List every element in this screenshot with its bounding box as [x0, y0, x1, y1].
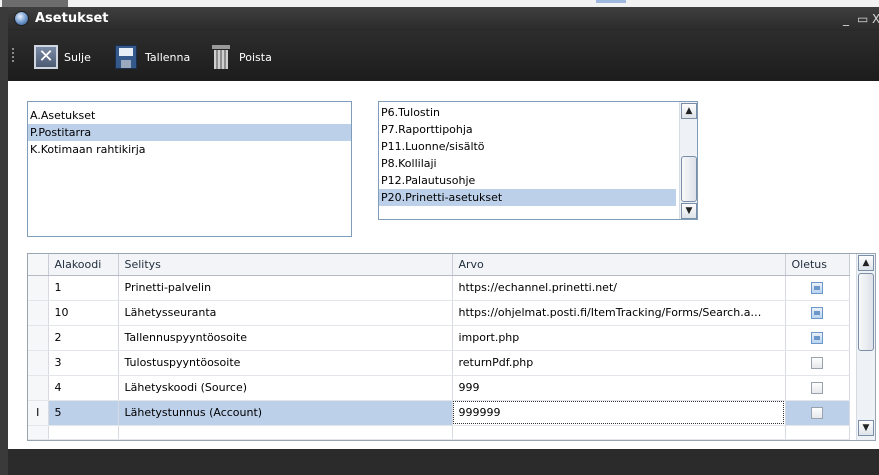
cell-value[interactable]: import.php: [452, 325, 786, 351]
row-header[interactable]: [28, 375, 49, 401]
delete-label: Poista: [239, 50, 272, 64]
default-checkbox[interactable]: [811, 357, 823, 369]
current-row-marker[interactable]: I: [28, 400, 49, 426]
column-header-selitys[interactable]: Selitys: [118, 254, 453, 276]
settings-window: Asetukset _ ▭ X ✕ Sulje Tallenna Poista …: [8, 7, 879, 475]
cell-code[interactable]: 10: [48, 300, 119, 326]
cell-value[interactable]: 999: [452, 375, 786, 401]
grid-header-row: Alakoodi Selitys Arvo Oletus: [28, 254, 850, 276]
category-item-asetukset[interactable]: A.Asetukset: [28, 107, 351, 124]
cell-default[interactable]: [785, 400, 850, 426]
cell-description[interactable]: Lähetyskoodi (Source): [118, 375, 453, 401]
save-button[interactable]: Tallenna: [115, 44, 190, 70]
minimize-icon[interactable]: _: [843, 12, 849, 26]
subcategory-item-kollilaji[interactable]: P8.Kollilaji: [379, 155, 677, 172]
column-header-alakoodi[interactable]: Alakoodi: [48, 254, 119, 276]
toolbar: ✕ Sulje Tallenna Poista: [8, 31, 879, 81]
cell-description[interactable]: Lähetysseuranta: [118, 300, 453, 326]
close-window-icon[interactable]: X: [872, 12, 879, 26]
default-checkbox[interactable]: [811, 382, 823, 394]
delete-button[interactable]: Poista: [211, 44, 272, 70]
settings-grid: Alakoodi Selitys Arvo Oletus 1 Prinetti-…: [27, 253, 876, 441]
cell-description[interactable]: Tulostuspyyntöosoite: [118, 350, 453, 376]
row-header-corner: [28, 254, 49, 276]
subcategory-item-raporttipohja[interactable]: P7.Raporttipohja: [379, 121, 677, 138]
bottom-bar: [8, 449, 879, 475]
close-label: Sulje: [64, 50, 91, 64]
top-tab-fragment: [2, 0, 68, 7]
app-icon: [14, 11, 29, 26]
cell-value[interactable]: https://ohjelmat.posti.fi/ItemTracking/F…: [452, 300, 786, 326]
cell-default[interactable]: [785, 350, 850, 376]
scroll-up-icon[interactable]: ▲: [858, 255, 874, 271]
cell-default[interactable]: [785, 300, 850, 326]
title-bar: Asetukset _ ▭ X: [8, 7, 879, 31]
subcategory-scrollbar[interactable]: ▲ ▼: [679, 102, 697, 219]
category-list[interactable]: A.Asetukset P.Postitarra K.Kotimaan raht…: [27, 101, 352, 237]
row-header[interactable]: [28, 300, 49, 326]
scroll-thumb[interactable]: [681, 156, 697, 202]
column-header-oletus[interactable]: Oletus: [785, 254, 850, 276]
cell-default[interactable]: [785, 275, 850, 301]
save-label: Tallenna: [145, 50, 191, 64]
cell-description[interactable]: Prinetti-palvelin: [118, 275, 453, 301]
table-row[interactable]: 10 Lähetysseuranta https://ohjelmat.post…: [28, 300, 850, 326]
table-row[interactable]: 2 Tallennuspyyntöosoite import.php: [28, 325, 850, 351]
table-row[interactable]: 4 Lähetyskoodi (Source) 999: [28, 375, 850, 401]
row-header[interactable]: [28, 275, 49, 301]
cell-default[interactable]: [785, 375, 850, 401]
cell-default[interactable]: [785, 325, 850, 351]
table-row-new[interactable]: [28, 425, 850, 440]
top-mark: [596, 0, 626, 3]
subcategory-item-tulostin[interactable]: P6.Tulostin: [379, 104, 677, 121]
close-button[interactable]: ✕ Sulje: [34, 44, 91, 70]
cell-default[interactable]: [785, 425, 850, 440]
restore-icon[interactable]: ▭: [857, 12, 868, 26]
scroll-thumb[interactable]: [858, 273, 874, 351]
subcategory-item-prinetti-asetukset[interactable]: P20.Prinetti-asetukset: [379, 189, 676, 206]
window-title: Asetukset: [35, 11, 109, 26]
cell-code[interactable]: 2: [48, 325, 119, 351]
cell-value-editor[interactable]: 999999: [452, 400, 786, 426]
row-header[interactable]: [28, 350, 49, 376]
default-checkbox[interactable]: [811, 407, 823, 419]
scroll-down-icon[interactable]: ▼: [681, 203, 697, 219]
floppy-disk-icon: [115, 45, 137, 69]
table-row[interactable]: 1 Prinetti-palvelin https://echannel.pri…: [28, 275, 850, 301]
trash-bin-icon: [211, 44, 231, 70]
scroll-down-icon[interactable]: ▼: [858, 420, 874, 436]
scroll-up-icon[interactable]: ▲: [681, 103, 697, 119]
table-row-selected[interactable]: I 5 Lähetystunnus (Account) 999999: [28, 400, 850, 426]
table-row[interactable]: 3 Tulostuspyyntöosoite returnPdf.php: [28, 350, 850, 376]
cell-code[interactable]: 1: [48, 275, 119, 301]
toolbar-grip: [12, 48, 14, 64]
cell-code[interactable]: 5: [48, 400, 119, 426]
subcategory-item-palautusohje[interactable]: P12.Palautusohje: [379, 172, 677, 189]
row-header[interactable]: [28, 325, 49, 351]
close-icon: ✕: [34, 45, 58, 69]
subcategory-item-luonne-sisalto[interactable]: P11.Luonne/sisältö: [379, 138, 677, 155]
cell-code[interactable]: 3: [48, 350, 119, 376]
default-checkbox[interactable]: [811, 332, 823, 344]
grid-scrollbar[interactable]: ▲ ▼: [856, 254, 875, 440]
content-area: A.Asetukset P.Postitarra K.Kotimaan raht…: [8, 81, 879, 449]
cell-value[interactable]: https://echannel.prinetti.net/: [452, 275, 786, 301]
row-header[interactable]: [28, 425, 49, 440]
cell-description[interactable]: Tallennuspyyntöosoite: [118, 325, 453, 351]
cell-code[interactable]: [48, 425, 119, 440]
column-header-arvo[interactable]: Arvo: [452, 254, 786, 276]
cell-description[interactable]: Lähetystunnus (Account): [118, 400, 453, 426]
default-checkbox[interactable]: [811, 282, 823, 294]
subcategory-list[interactable]: P6.Tulostin P7.Raporttipohja P11.Luonne/…: [378, 101, 698, 220]
category-item-kotimaan-rahtikirja[interactable]: K.Kotimaan rahtikirja: [28, 141, 351, 158]
category-item-postitarra[interactable]: P.Postitarra: [28, 124, 351, 141]
cell-value[interactable]: [452, 425, 786, 440]
default-checkbox[interactable]: [811, 307, 823, 319]
cell-value[interactable]: returnPdf.php: [452, 350, 786, 376]
cell-code[interactable]: 4: [48, 375, 119, 401]
cell-description[interactable]: [118, 425, 453, 440]
top-strip: [0, 0, 879, 7]
